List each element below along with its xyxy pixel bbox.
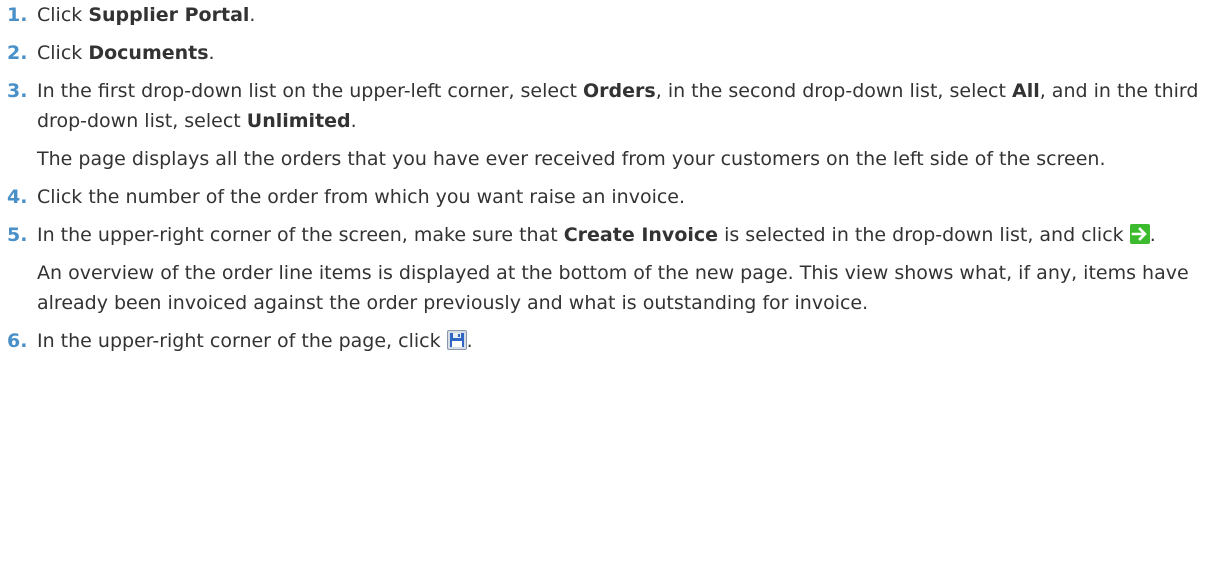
step-text: In the upper-right corner of the page, c… bbox=[37, 330, 447, 352]
ui-term-supplier-portal: Supplier Portal bbox=[88, 4, 250, 26]
ui-term-create-invoice: Create Invoice bbox=[563, 224, 719, 246]
step-text: In the first drop-down list on the upper… bbox=[37, 80, 584, 102]
step-text: Click bbox=[37, 4, 89, 26]
ui-term-orders: Orders bbox=[583, 80, 656, 102]
ui-term-unlimited: Unlimited bbox=[246, 110, 351, 132]
step-3: 3. In the first drop-down list on the up… bbox=[0, 76, 1221, 136]
step-text-end: . bbox=[249, 4, 256, 26]
step-number: 6. bbox=[7, 330, 28, 352]
step-text: In the upper-right corner of the screen,… bbox=[37, 224, 564, 246]
step-text: , in the second drop-down list, select bbox=[655, 80, 1012, 102]
step-2: 2. Click Documents. bbox=[0, 38, 1221, 68]
step-text-end: . bbox=[208, 42, 215, 64]
step-text: is selected in the drop-down list, and c… bbox=[718, 224, 1130, 246]
ui-term-all: All bbox=[1011, 80, 1040, 102]
step-text-end: . bbox=[466, 330, 473, 352]
step-text-end: . bbox=[1149, 224, 1156, 246]
step-number: 3. bbox=[7, 80, 28, 102]
green-arrow-right-icon bbox=[1129, 224, 1150, 244]
step-4: 4. Click the number of the order from wh… bbox=[0, 182, 1221, 212]
step-5-note: An overview of the order line items is d… bbox=[37, 262, 1189, 314]
step-1: 1. Click Supplier Portal. bbox=[0, 0, 1221, 30]
step-number: 1. bbox=[7, 4, 28, 26]
step-number: 5. bbox=[7, 224, 28, 246]
step-number: 4. bbox=[7, 186, 28, 208]
step-5: 5. In the upper-right corner of the scre… bbox=[0, 220, 1221, 250]
step-text-end: . bbox=[350, 110, 357, 132]
step-3-note: The page displays all the orders that yo… bbox=[37, 148, 1106, 170]
instruction-list: 1. Click Supplier Portal. 2. Click Docum… bbox=[0, 0, 1221, 356]
step-6: 6. In the upper-right corner of the page… bbox=[0, 326, 1221, 356]
save-icon bbox=[446, 330, 467, 350]
ui-term-documents: Documents bbox=[88, 42, 209, 64]
step-text: Click bbox=[37, 42, 89, 64]
step-number: 2. bbox=[7, 42, 28, 64]
step-text: Click the number of the order from which… bbox=[37, 186, 686, 208]
